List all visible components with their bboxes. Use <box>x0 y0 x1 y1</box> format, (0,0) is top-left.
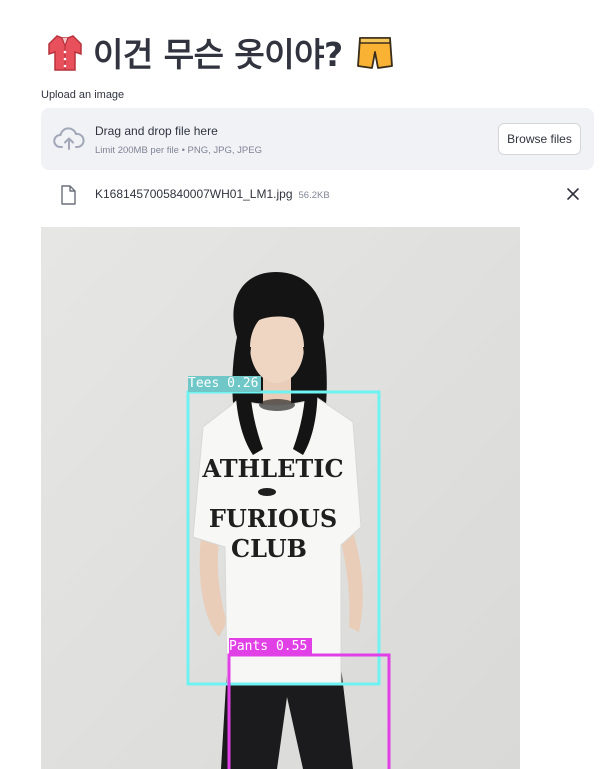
shirt-icon <box>48 35 82 71</box>
pants-detection-label: Pants 0.55 <box>229 639 308 654</box>
tees-detection-label: Tees 0.26 <box>188 376 259 391</box>
dropzone-title: Drag and drop file here <box>95 124 218 138</box>
shirt-print-line-1: ATHLETIC <box>201 454 343 483</box>
file-size: 56.2KB <box>298 190 330 201</box>
shirt-print-line-2: FURIOUS <box>209 504 337 533</box>
uploaded-file-item: K1681457005840007WH01_LM1.jpg 56.2KB <box>41 180 594 210</box>
uploaded-file-name: K1681457005840007WH01_LM1.jpg 56.2KB <box>95 187 330 201</box>
shorts-icon <box>356 37 393 69</box>
uploader-label: Upload an image <box>41 89 125 101</box>
file-icon <box>61 185 76 205</box>
browse-files-button[interactable]: Browse files <box>498 123 581 155</box>
detection-result-image: ATHLETIC FURIOUS CLUB Tees 0.26 Pants 0.… <box>41 227 520 769</box>
page-header: 이건 무슨 옷이야? <box>45 28 395 76</box>
dropzone-limit-text: Limit 200MB per file • PNG, JPG, JPEG <box>95 145 262 156</box>
shirt-print-line-3: CLUB <box>231 534 307 563</box>
close-icon[interactable] <box>566 187 580 201</box>
file-dropzone[interactable]: Drag and drop file here Limit 200MB per … <box>41 108 594 170</box>
page-title: 이건 무슨 옷이야? <box>93 35 343 74</box>
model-photo: ATHLETIC FURIOUS CLUB <box>41 227 520 769</box>
file-name-text: K1681457005840007WH01_LM1.jpg <box>95 187 293 201</box>
cloud-upload-icon <box>53 127 85 150</box>
